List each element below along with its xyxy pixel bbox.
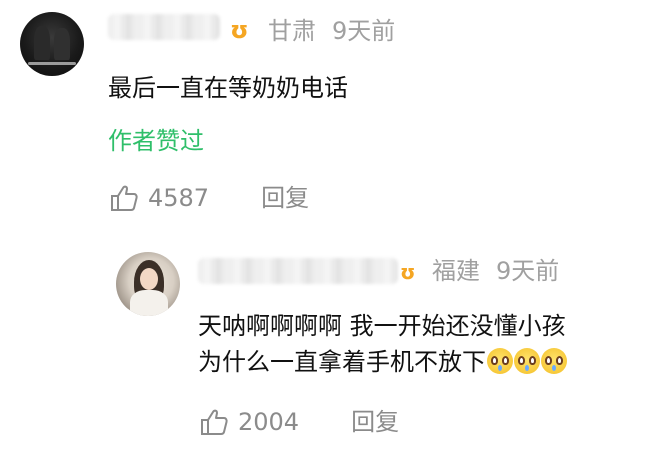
replier-avatar[interactable] bbox=[116, 252, 180, 316]
thumbs-up-icon[interactable] bbox=[198, 406, 230, 438]
reply-text-line1: 天呐啊啊啊啊 我一开始还没懂小孩 bbox=[198, 312, 566, 340]
vip-badge-icon: ʊ bbox=[400, 260, 416, 284]
reply-location: 福建 bbox=[432, 257, 480, 285]
avatar-figure bbox=[34, 26, 50, 60]
commenter-username-blurred[interactable] bbox=[108, 14, 220, 40]
avatar-face bbox=[140, 268, 158, 290]
comment-meta: 甘肃 9天前 bbox=[268, 16, 395, 46]
like-count: 4587 bbox=[148, 184, 210, 212]
reply-button[interactable]: 回复 bbox=[351, 407, 399, 437]
reply-time: 9天前 bbox=[496, 257, 560, 285]
vip-badge-icon: ʊ bbox=[230, 16, 249, 44]
replier-username-blurred[interactable] bbox=[198, 258, 398, 284]
comment-time: 9天前 bbox=[332, 17, 396, 45]
comment-actions: 4587 回复 bbox=[108, 182, 309, 214]
avatar-body bbox=[130, 290, 168, 316]
reply-actions: 2004 回复 bbox=[198, 406, 399, 438]
avatar-caption-strip bbox=[28, 62, 76, 65]
reply-text: 天呐啊啊啊啊 我一开始还没懂小孩 为什么一直拿着手机不放下 bbox=[198, 308, 567, 380]
reply-text-line2: 为什么一直拿着手机不放下 bbox=[198, 344, 567, 380]
reply-button[interactable]: 回复 bbox=[261, 183, 309, 213]
reply-text-line2-text: 为什么一直拿着手机不放下 bbox=[198, 348, 486, 376]
reply-meta: 福建 9天前 bbox=[432, 256, 559, 286]
crying-face-emoji bbox=[487, 348, 513, 374]
author-liked-label: 作者赞过 bbox=[108, 127, 204, 155]
avatar-figure bbox=[54, 28, 70, 60]
like-count: 2004 bbox=[238, 408, 300, 436]
comment-text: 最后一直在等奶奶电话 bbox=[108, 74, 348, 102]
crying-face-emoji bbox=[541, 348, 567, 374]
thumbs-up-icon[interactable] bbox=[108, 182, 140, 214]
crying-face-emoji bbox=[514, 348, 540, 374]
commenter-avatar[interactable] bbox=[20, 12, 84, 76]
comment-location: 甘肃 bbox=[268, 17, 316, 45]
